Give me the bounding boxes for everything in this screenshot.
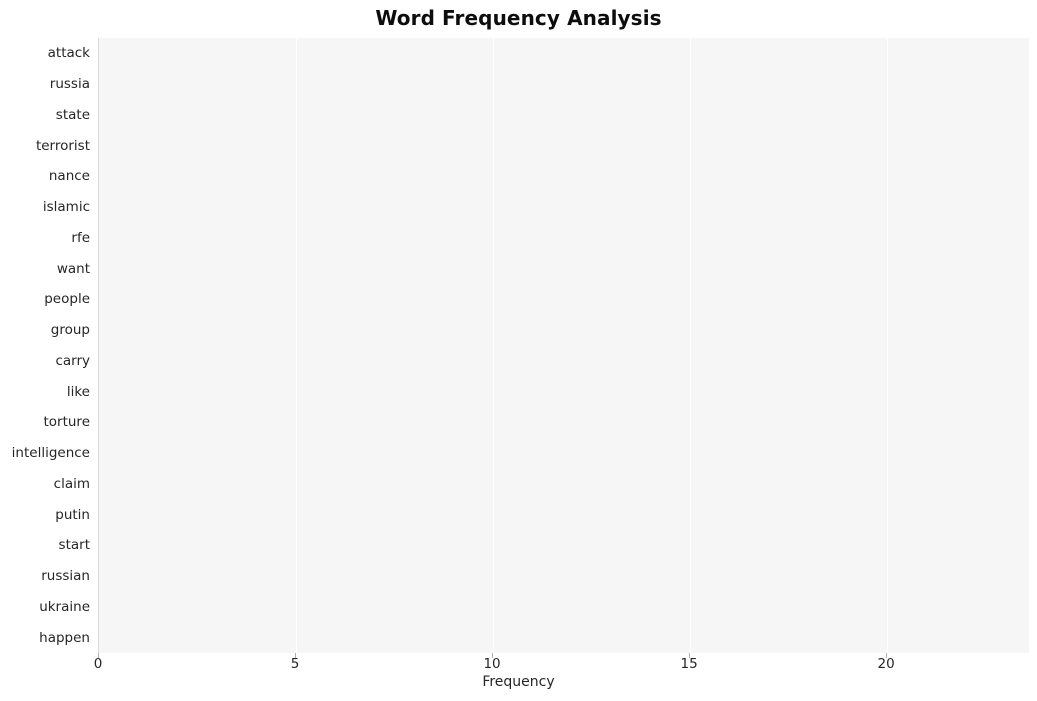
bar xyxy=(99,596,296,617)
y-tick-label: intelligence xyxy=(11,445,90,462)
bar xyxy=(99,443,375,464)
bar xyxy=(99,350,414,371)
plot-area xyxy=(98,38,1029,653)
y-tick-label: like xyxy=(66,383,90,400)
bar xyxy=(99,412,414,433)
gridline xyxy=(887,38,889,653)
y-tick-label: ukraine xyxy=(39,598,90,615)
bar xyxy=(99,74,808,95)
x-tick-mark xyxy=(492,653,494,658)
bar xyxy=(99,289,454,310)
bar xyxy=(99,227,493,248)
chart-title: Word Frequency Analysis xyxy=(375,6,662,30)
y-tick-label: nance xyxy=(48,168,90,185)
y-tick-label: attack xyxy=(47,45,90,62)
bar xyxy=(99,320,414,341)
bar xyxy=(99,258,493,279)
bar xyxy=(99,197,611,218)
bar xyxy=(99,535,335,556)
y-tick-label: want xyxy=(56,260,90,277)
bar xyxy=(99,504,375,525)
y-tick-label: group xyxy=(50,322,90,339)
gridline xyxy=(296,38,298,653)
bar xyxy=(99,104,808,125)
x-tick-label: 5 xyxy=(290,656,300,672)
y-tick-label: terrorist xyxy=(35,137,90,154)
y-tick-label: islamic xyxy=(42,199,90,216)
y-tick-label: russian xyxy=(41,568,90,585)
x-tick-label: 20 xyxy=(877,656,895,672)
y-tick-label: start xyxy=(58,537,90,554)
bar xyxy=(99,43,1005,64)
bar xyxy=(99,135,730,156)
bar xyxy=(99,381,414,402)
y-tick-label: carry xyxy=(55,352,90,369)
x-tick-mark xyxy=(98,653,99,658)
bar xyxy=(99,473,375,494)
y-tick-label: claim xyxy=(53,475,90,492)
y-tick-label: rfe xyxy=(71,229,90,246)
y-tick-label: happen xyxy=(39,629,90,646)
bar xyxy=(99,166,690,187)
gridline xyxy=(493,38,495,653)
gridline xyxy=(690,38,692,653)
x-tick-mark xyxy=(689,653,691,658)
y-tick-label: people xyxy=(44,291,90,308)
x-axis-title: Frequency xyxy=(482,674,555,690)
y-tick-label: torture xyxy=(43,414,90,431)
y-tick-label: putin xyxy=(55,506,90,523)
x-tick-label: 0 xyxy=(93,656,103,672)
x-tick-mark xyxy=(295,653,297,658)
x-tick-label: 15 xyxy=(680,656,698,672)
x-tick-label: 10 xyxy=(483,656,501,672)
y-tick-label: russia xyxy=(49,76,90,93)
y-tick-label: state xyxy=(55,106,90,123)
chart-container: Word Frequency Analysis attack russia stat… xyxy=(0,0,1037,701)
bar xyxy=(99,627,296,648)
bar xyxy=(99,566,335,587)
x-tick-mark xyxy=(886,653,888,658)
